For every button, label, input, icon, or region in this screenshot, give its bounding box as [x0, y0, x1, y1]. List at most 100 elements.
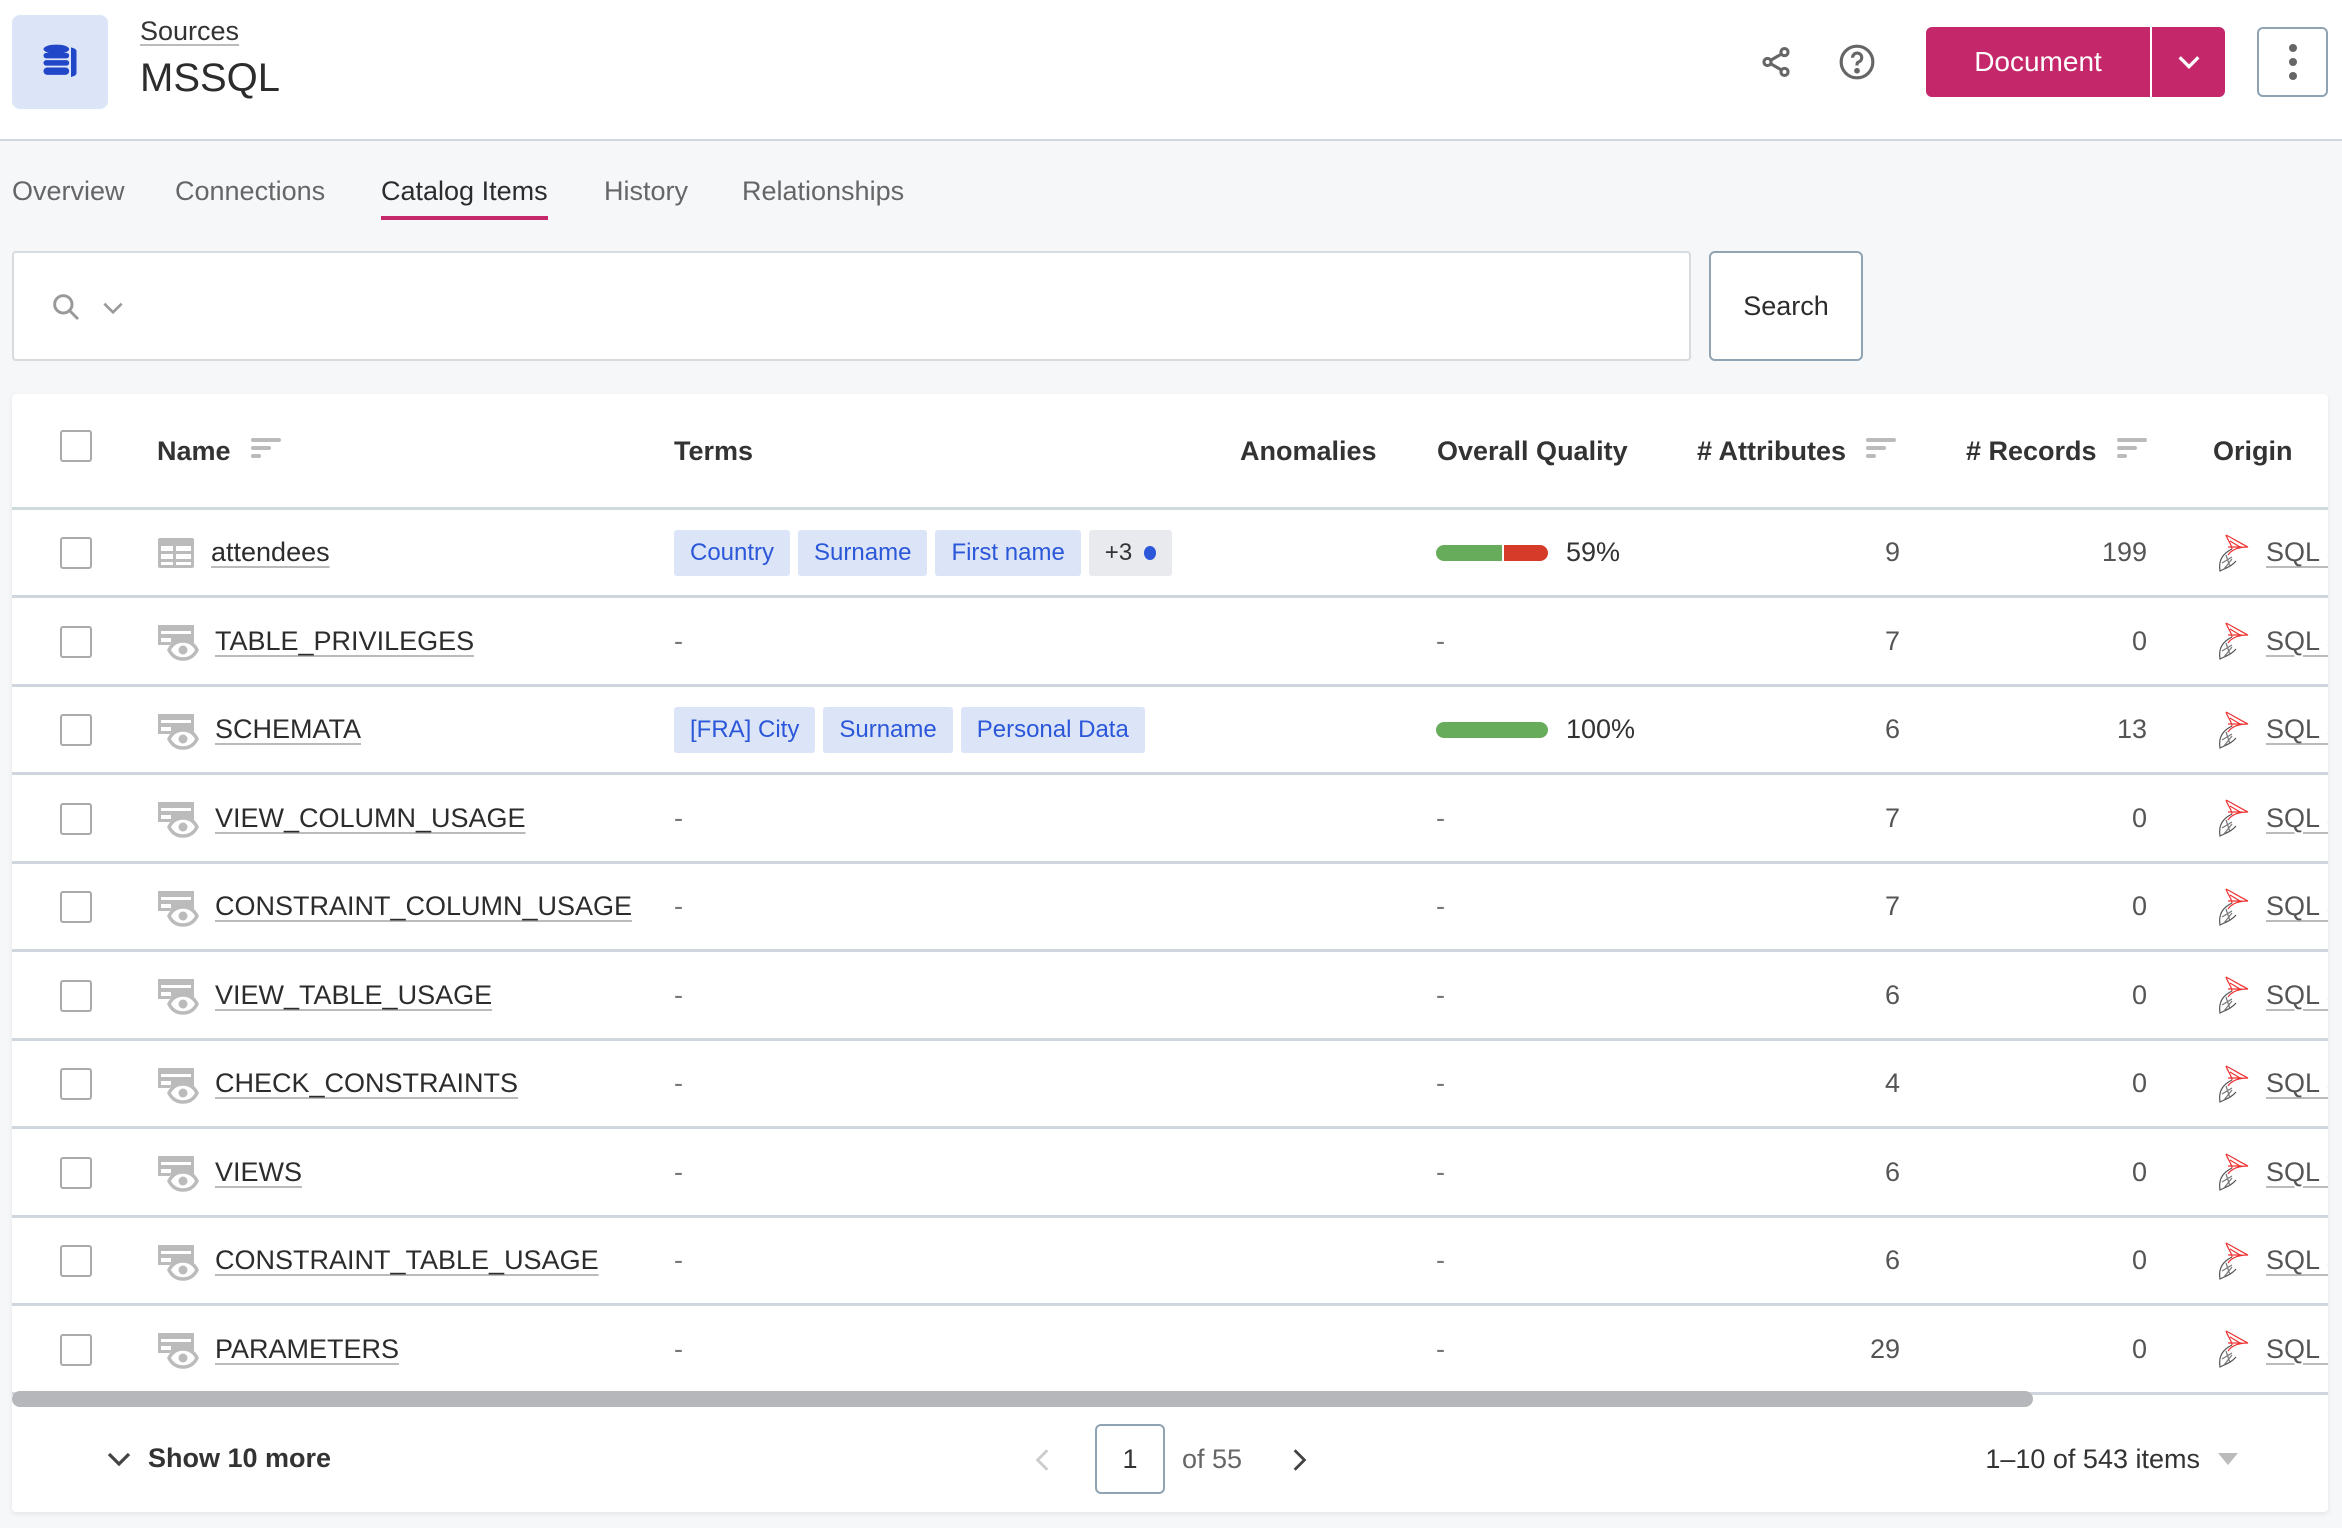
view-icon [157, 1152, 199, 1192]
column-label: Origin [2213, 436, 2293, 466]
terms-empty: - [674, 802, 683, 833]
indicator-dot-icon [1144, 545, 1157, 560]
database-icon [12, 15, 108, 109]
more-terms-chip[interactable]: +3 [1088, 529, 1173, 576]
row-checkbox[interactable] [60, 625, 92, 658]
horizontal-scrollbar[interactable] [12, 1391, 2033, 1407]
tab-catalog-items[interactable]: Catalog Items [381, 176, 548, 220]
item-name-link[interactable]: CONSTRAINT_COLUMN_USAGE [215, 891, 632, 922]
tab-relationships[interactable]: Relationships [742, 176, 904, 220]
page-number-input[interactable]: 1 [1095, 1424, 1165, 1494]
row-checkbox[interactable] [60, 537, 92, 569]
origin-link[interactable]: SQL Server [2266, 714, 2328, 745]
column-attributes[interactable]: # Attributes [1697, 436, 1898, 467]
more-options-button[interactable] [2257, 27, 2328, 97]
terms-cell: [FRA] City Surname Personal Data [674, 687, 1153, 772]
quality-empty: - [1436, 979, 1445, 1010]
search-text-field[interactable] [144, 273, 1664, 339]
view-icon [157, 1241, 199, 1281]
sort-icon[interactable] [2116, 436, 2149, 467]
quality-bar-bad [1504, 544, 1548, 561]
search-input[interactable] [12, 251, 1691, 361]
origin-link[interactable]: SQL Server [2266, 891, 2328, 922]
row-checkbox[interactable] [60, 1068, 92, 1100]
row-checkbox[interactable] [60, 891, 92, 923]
quality-percent: 100% [1566, 714, 1636, 744]
quality-cell: - [1436, 953, 1445, 1038]
column-label: Name [157, 436, 231, 466]
breadcrumb-sources[interactable]: Sources [140, 16, 239, 47]
chevron-left-icon[interactable] [1030, 1445, 1056, 1475]
column-name[interactable]: Name [157, 436, 283, 467]
item-name-link[interactable]: CONSTRAINT_TABLE_USAGE [215, 1245, 599, 1276]
sql-server-icon [2212, 1064, 2250, 1104]
table-row: TABLE_PRIVILEGES - - 7 0 SQL Server [12, 599, 2328, 687]
table-header: Name Terms Anomalies Overall Quality # A… [12, 394, 2328, 510]
origin-link[interactable]: SQL Server [2266, 980, 2328, 1011]
terms-cell: - [674, 953, 683, 1038]
item-name-link[interactable]: VIEWS [215, 1157, 302, 1188]
chevron-right-icon[interactable] [1286, 1445, 1312, 1475]
sort-icon[interactable] [1866, 436, 1898, 467]
item-name-link[interactable]: CHECK_CONSTRAINTS [215, 1068, 518, 1099]
document-button[interactable]: Document [1926, 27, 2150, 97]
origin-link[interactable]: SQL Server [2266, 626, 2328, 657]
row-checkbox[interactable] [60, 1245, 92, 1277]
chevron-down-icon[interactable] [100, 295, 126, 321]
item-name-link[interactable]: VIEW_COLUMN_USAGE [215, 803, 526, 834]
quality-cell: - [1436, 1130, 1445, 1215]
terms-empty: - [674, 979, 683, 1010]
term-chip[interactable]: First name [935, 529, 1081, 576]
sort-icon[interactable] [250, 436, 283, 467]
tab-overview[interactable]: Overview [12, 176, 125, 220]
item-name-link[interactable]: attendees [211, 537, 330, 568]
table-row: CONSTRAINT_COLUMN_USAGE - - 7 0 SQL Serv… [12, 864, 2328, 952]
share-icon[interactable] [1751, 37, 1801, 87]
item-name-link[interactable]: VIEW_TABLE_USAGE [215, 980, 492, 1011]
quality-empty: - [1436, 1245, 1445, 1275]
document-dropdown-button[interactable] [2152, 27, 2225, 97]
search-button[interactable]: Search [1709, 251, 1863, 361]
terms-cell: - [674, 1041, 683, 1126]
origin-link[interactable]: SQL Server [2266, 1245, 2328, 1276]
page-size-dropdown-icon[interactable] [2218, 1451, 2238, 1467]
row-checkbox[interactable] [60, 802, 92, 835]
column-records[interactable]: # Records [1966, 436, 2149, 467]
records-count: 0 [2131, 1333, 2147, 1364]
origin-link[interactable]: SQL Server [2266, 1334, 2328, 1365]
sql-server-icon [2212, 1152, 2250, 1192]
quality-percent: 59% [1566, 537, 1621, 567]
column-origin: Origin [2213, 436, 2293, 467]
row-checkbox[interactable] [60, 1333, 92, 1366]
origin-link[interactable]: SQL Server [2266, 1068, 2328, 1099]
tab-history[interactable]: History [604, 176, 688, 220]
view-icon [157, 710, 199, 750]
row-checkbox[interactable] [60, 979, 92, 1012]
item-name-link[interactable]: SCHEMATA [215, 714, 361, 745]
attributes-count: 9 [1884, 537, 1900, 567]
select-all-checkbox[interactable] [60, 430, 92, 462]
item-name-link[interactable]: TABLE_PRIVILEGES [215, 626, 474, 657]
term-chip[interactable]: Personal Data [960, 706, 1145, 753]
origin-link[interactable]: SQL Server [2266, 1157, 2328, 1188]
page-header: Sources MSSQL Document [0, 0, 2342, 141]
table-row: CHECK_CONSTRAINTS - - 4 0 SQL Server [12, 1041, 2328, 1129]
origin-link[interactable]: SQL Server [2266, 537, 2328, 568]
show-more-button[interactable]: Show 10 more [104, 1443, 331, 1474]
terms-empty: - [674, 891, 683, 921]
quality-bar-good [1436, 544, 1503, 561]
row-checkbox[interactable] [60, 714, 92, 746]
term-chip[interactable]: [FRA] City [674, 706, 816, 753]
tab-connections[interactable]: Connections [175, 176, 325, 220]
item-name-link[interactable]: PARAMETERS [215, 1334, 399, 1365]
quality-cell: 59% [1436, 510, 1620, 595]
term-chip[interactable]: Surname [798, 529, 928, 576]
row-checkbox[interactable] [60, 1156, 92, 1189]
quality-cell: - [1436, 1307, 1445, 1392]
term-chip[interactable]: Surname [823, 706, 953, 753]
help-icon[interactable] [1832, 37, 1882, 87]
term-chip[interactable]: Country [674, 529, 791, 576]
origin-link[interactable]: SQL Server [2266, 803, 2328, 834]
table-row: VIEW_TABLE_USAGE - - 6 0 SQL Server [12, 953, 2328, 1041]
table-row: PARAMETERS - - 29 0 SQL Server [12, 1307, 2328, 1395]
